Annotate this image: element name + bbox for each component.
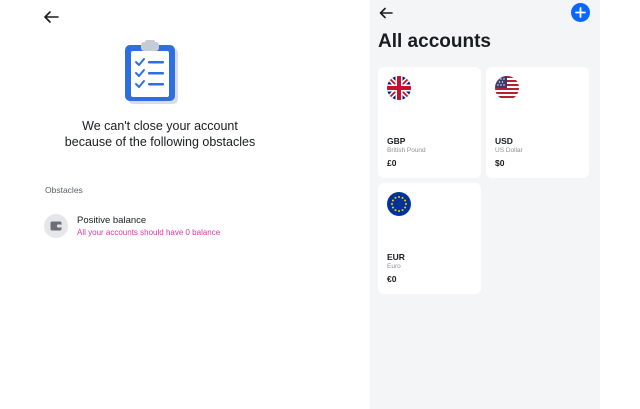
account-name: Euro xyxy=(387,263,401,270)
close-account-screen: We can't close your account because of t… xyxy=(0,0,370,409)
background-margin xyxy=(600,0,640,409)
clipboard-checklist-icon xyxy=(122,40,184,106)
account-code: GBP xyxy=(387,136,406,146)
account-balance: €0 xyxy=(387,274,397,284)
account-card-gbp[interactable]: GBP British Pound £0 xyxy=(378,67,481,178)
account-code: EUR xyxy=(387,252,405,262)
obstacle-description: All your accounts should have 0 balance xyxy=(77,228,221,237)
account-code: USD xyxy=(495,136,513,146)
account-name: British Pound xyxy=(387,147,426,154)
obstacle-name: Positive balance xyxy=(77,215,147,226)
all-accounts-screen: All accounts GBP British Pound £0 USD US… xyxy=(370,0,600,409)
account-card-eur[interactable]: EUR Euro €0 xyxy=(378,183,481,294)
back-arrow-icon[interactable] xyxy=(378,6,394,20)
account-name: US Dollar xyxy=(495,147,523,154)
uk-flag-icon xyxy=(387,76,411,100)
plus-icon xyxy=(575,7,586,18)
add-account-button[interactable] xyxy=(571,3,590,22)
account-balance: £0 xyxy=(387,158,397,168)
headline-line-1: We can't close your account xyxy=(82,119,238,133)
back-arrow-icon[interactable] xyxy=(42,9,60,25)
accounts-title: All accounts xyxy=(378,31,491,52)
page-title: We can't close your account because of t… xyxy=(0,118,320,150)
account-card-usd[interactable]: USD US Dollar $0 xyxy=(486,67,589,178)
wallet-icon xyxy=(44,214,68,238)
account-balance: $0 xyxy=(495,158,505,168)
headline-line-2: because of the following obstacles xyxy=(64,135,256,149)
obstacle-item-positive-balance[interactable]: Positive balance All your accounts shoul… xyxy=(44,213,304,239)
eu-flag-icon xyxy=(387,192,411,216)
obstacles-section-title: Obstacles xyxy=(45,185,83,195)
us-flag-icon xyxy=(495,76,519,100)
